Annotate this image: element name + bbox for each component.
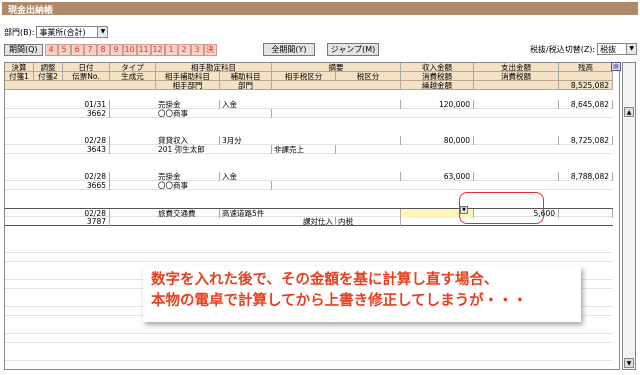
table-row[interactable]: 3643 201 弥生太郎 非課売上 — [5, 145, 613, 154]
expense-cell[interactable] — [474, 100, 559, 109]
col-adjust: 調整 — [34, 63, 63, 72]
date-cell[interactable]: 01/31 — [63, 100, 110, 109]
scroll-up-icon[interactable]: ▲ — [624, 107, 634, 117]
tax-label: 税抜/税込切替(Z): — [530, 44, 596, 54]
memo-cell[interactable]: 3月分 — [220, 136, 401, 145]
all-period-button[interactable]: 全期間(Y) — [263, 43, 315, 56]
sub-account-cell[interactable]: 〇〇商事 — [156, 181, 272, 190]
col-sub-account: 相手補助科目 — [156, 72, 220, 81]
col-expense-tax: 消費税額 — [474, 72, 559, 81]
callout-line-2: 本物の電卓で計算してから上書き修正してしまうが・・・ — [151, 293, 528, 309]
col-dept: 部門 — [220, 81, 272, 90]
highlight-annotation — [459, 192, 544, 224]
dept-select[interactable]: 事業所(合計) ▼ — [36, 26, 109, 38]
account-cell[interactable]: 貸貸収入 — [156, 136, 220, 145]
calculator-icon[interactable]: ▤ — [611, 62, 621, 71]
tax-value: 税抜 — [600, 45, 617, 54]
header-row-3: 相手部門 部門 繰越金額 8,525,082 — [5, 81, 613, 90]
month-tab-10[interactable]: 10 — [122, 43, 137, 56]
col-income-tax: 消費税額 — [401, 72, 474, 81]
table-row[interactable]: 02/28 売掛金 入金 63,000 8,788,082 — [5, 172, 613, 181]
account-cell[interactable]: 売掛金 — [156, 172, 220, 181]
month-tabs: 4 5 6 7 8 9 10 11 12 1 2 3 決 — [44, 43, 217, 56]
table-row[interactable]: 3662 〇〇商事 — [5, 109, 613, 118]
table-row[interactable]: 01/31 売掛金 入金 120,000 8,645,082 — [5, 100, 613, 109]
income-cell[interactable]: 63,000 — [401, 172, 474, 181]
col-account: 相手勘定科目 — [156, 63, 272, 72]
month-tab-2[interactable]: 2 — [177, 43, 191, 56]
jump-button[interactable]: ジャンプ(M) — [327, 43, 379, 56]
col-voucher: 伝票No. — [63, 72, 110, 81]
table-row[interactable]: 3665 〇〇商事 — [5, 181, 613, 190]
memo-cell[interactable]: 入金 — [220, 172, 401, 181]
header-row-2: 付箋1 付箋2 伝票No. 生成元 相手補助科目 補助科目 相手税区分 税区分 … — [5, 72, 613, 81]
tax-toggle-row: 税抜/税込切替(Z): 税抜 ▼ — [530, 43, 638, 55]
carryover-label: 繰越金額 — [401, 81, 474, 90]
tax-class-cell[interactable]: 内税 — [336, 217, 401, 226]
col-tax-class: 税区分 — [336, 72, 401, 81]
table-row[interactable]: 02/28 貸貸収入 3月分 80,000 8,725,082 — [5, 136, 613, 145]
memo-cell[interactable]: 入金 — [220, 100, 401, 109]
month-tab-12[interactable]: 12 — [150, 43, 165, 56]
voucher-cell[interactable]: 3662 — [63, 109, 110, 118]
voucher-cell[interactable]: 3665 — [63, 181, 110, 190]
month-tab-9[interactable]: 9 — [109, 43, 123, 56]
expense-cell[interactable] — [474, 172, 559, 181]
carryover-amount: 8,525,082 — [559, 81, 613, 90]
account-cell[interactable]: 売掛金 — [156, 100, 220, 109]
vertical-scrollbar[interactable]: ▲ ▼ — [622, 62, 636, 370]
dept-label: 部門(B): — [4, 27, 35, 37]
chevron-down-icon[interactable]: ▼ — [97, 27, 108, 37]
month-tab-closing[interactable]: 決 — [203, 43, 217, 56]
scroll-down-icon[interactable]: ▼ — [624, 358, 634, 368]
col-partner-tax: 相手税区分 — [272, 72, 336, 81]
expense-cell[interactable] — [474, 136, 559, 145]
col-balance: 残高 — [559, 63, 613, 72]
col-type: タイプ — [110, 63, 156, 72]
col-settlement: 決算 — [5, 63, 34, 72]
col-memo: 摘要 — [272, 63, 401, 72]
period-row: 期間(Q) 4 5 6 7 8 9 10 11 12 1 2 3 決 — [4, 43, 217, 56]
col-expense: 支出金額 — [474, 63, 559, 72]
month-tab-8[interactable]: 8 — [96, 43, 110, 56]
col-source: 生成元 — [110, 72, 156, 81]
date-cell[interactable]: 02/28 — [63, 136, 110, 145]
month-tab-11[interactable]: 11 — [136, 43, 151, 56]
date-cell[interactable]: 02/28 — [63, 172, 110, 181]
dept-row: 部門(B): 事業所(合計) ▼ — [4, 26, 109, 38]
header-row-1: 決算 調整 日付 タイプ 相手勘定科目 摘要 収入金額 支出金額 残高 — [5, 63, 613, 72]
callout-line-1: 数字を入れた後で、その金額を基に計算し直す場合、 — [151, 272, 499, 288]
col-date: 日付 — [63, 63, 110, 72]
partner-tax-cell[interactable]: 非課売上 — [272, 145, 336, 154]
balance-cell: 8,725,082 — [559, 136, 613, 145]
income-cell[interactable]: 120,000 — [401, 100, 474, 109]
month-tab-4[interactable]: 4 — [44, 43, 58, 56]
balance-cell: 8,645,082 — [559, 100, 613, 109]
month-tab-3[interactable]: 3 — [190, 43, 204, 56]
col-income: 収入金額 — [401, 63, 474, 72]
tax-select[interactable]: 税抜 ▼ — [597, 43, 638, 55]
balance-cell: 8,788,082 — [559, 172, 613, 181]
month-tab-1[interactable]: 1 — [164, 43, 178, 56]
partner-tax-cell[interactable]: 課対仕入 — [272, 217, 336, 226]
income-cell[interactable]: 80,000 — [401, 136, 474, 145]
period-button[interactable]: 期間(Q) — [4, 43, 43, 56]
dept-value: 事業所(合計) — [39, 27, 86, 37]
month-tab-5[interactable]: 5 — [57, 43, 71, 56]
annotation-callout: 数字を入れた後で、その金額を基に計算し直す場合、 本物の電卓で計算してから上書き… — [143, 266, 581, 322]
col-tag2: 付箋2 — [34, 72, 63, 81]
chevron-down-icon[interactable]: ▼ — [626, 44, 637, 54]
sub-account-cell[interactable]: 〇〇商事 — [156, 109, 272, 118]
voucher-cell[interactable]: 3643 — [63, 145, 110, 154]
col-aux: 補助科目 — [220, 72, 272, 81]
month-tab-6[interactable]: 6 — [70, 43, 84, 56]
month-tab-7[interactable]: 7 — [83, 43, 97, 56]
voucher-cell[interactable]: 3787 — [63, 217, 110, 226]
sub-account-cell[interactable]: 201 弥生太郎 — [156, 145, 272, 154]
col-partner-dept: 相手部門 — [156, 81, 220, 90]
window-title: 現金出納帳 — [2, 2, 638, 16]
col-tag1: 付箋1 — [5, 72, 34, 81]
